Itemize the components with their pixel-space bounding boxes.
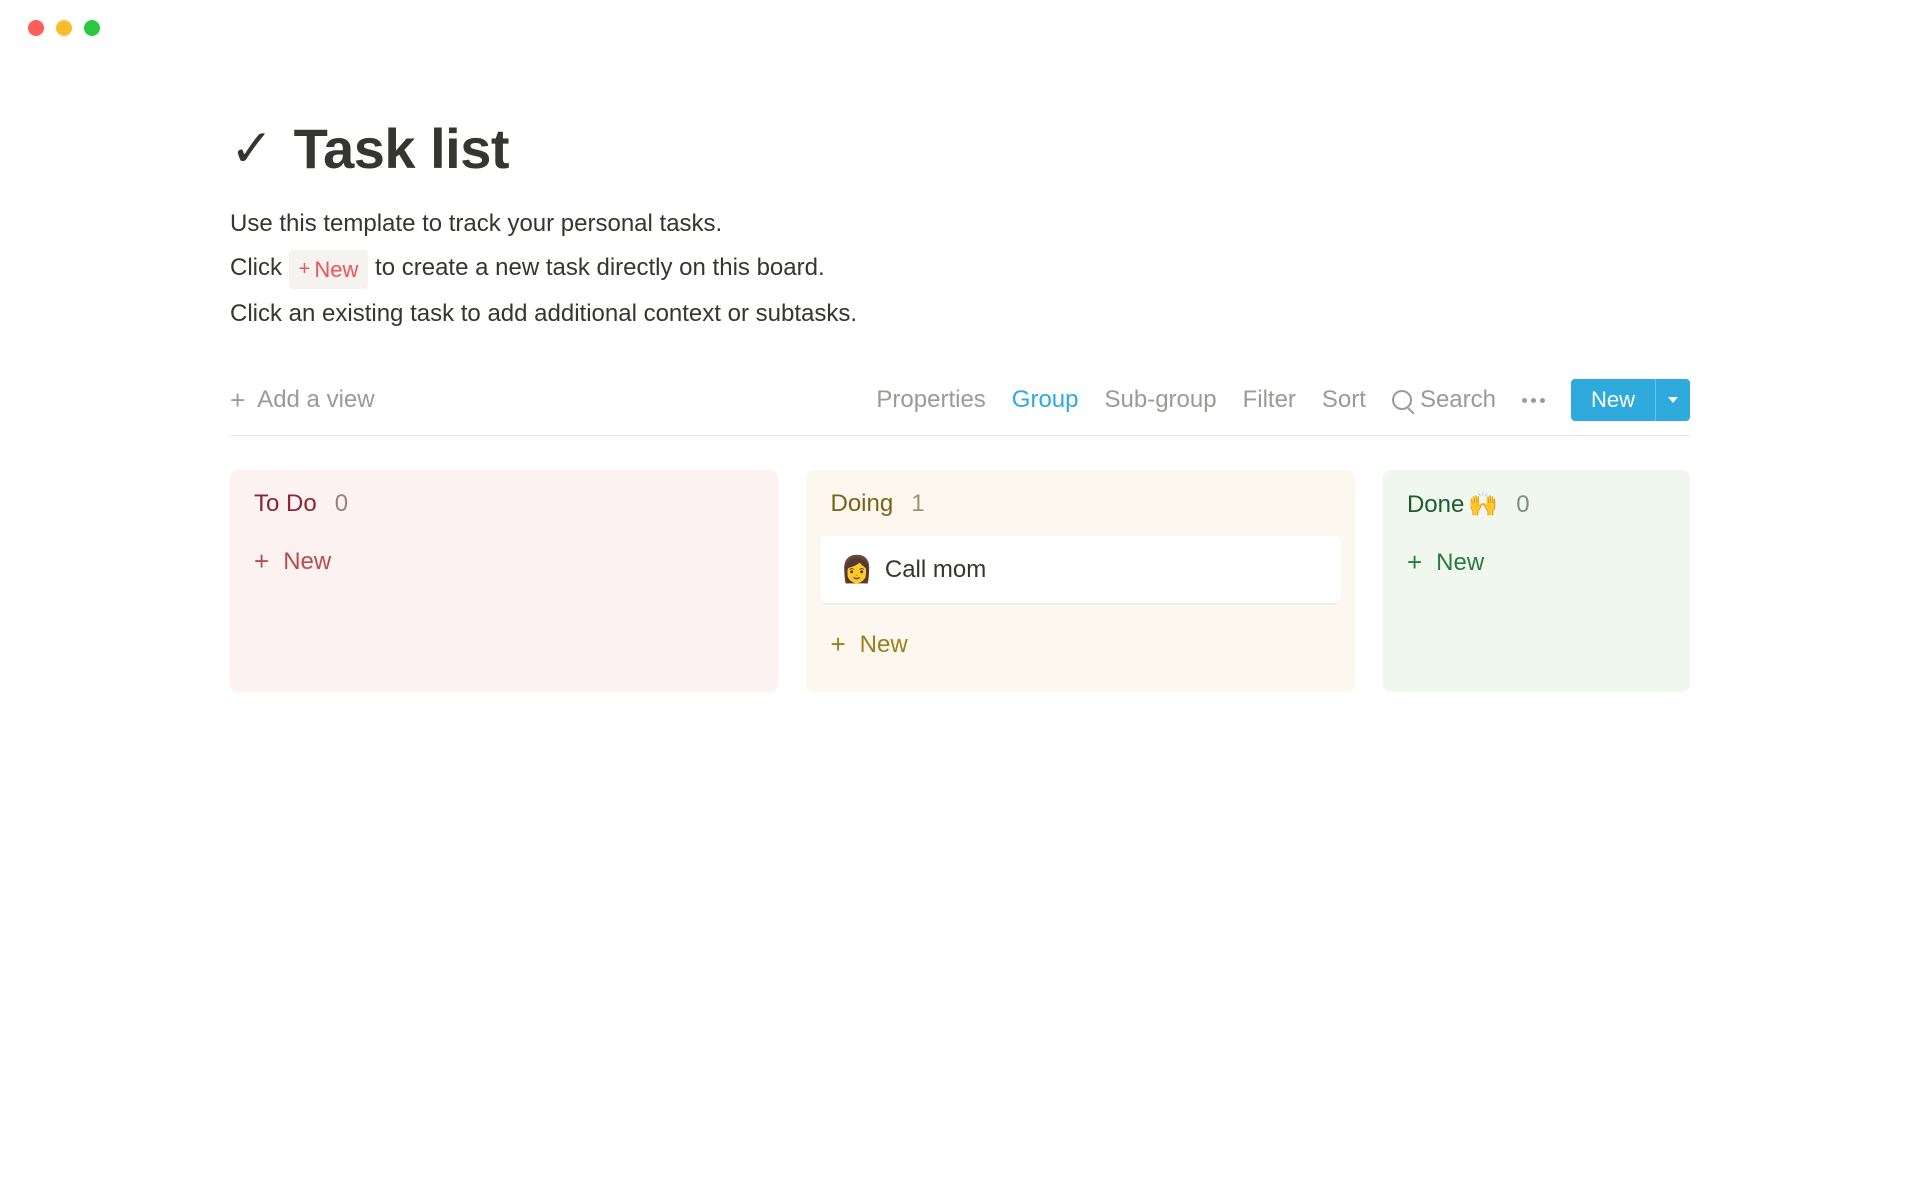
inline-new-badge: + New	[289, 250, 369, 289]
page-icon[interactable]: ✓	[230, 119, 274, 179]
page-description: Use this template to track your personal…	[230, 205, 1690, 333]
plus-icon: +	[254, 546, 269, 577]
description-line-2: Click + New to create a new task directl…	[230, 249, 1690, 289]
column-doing: Doing 1 👩 Call mom + New	[806, 470, 1354, 692]
card-call-mom[interactable]: 👩 Call mom	[820, 536, 1340, 603]
search-icon	[1392, 390, 1412, 410]
plus-icon: +	[830, 629, 845, 660]
kanban-board: To Do 0 + New Doing 1 👩 Call mom + New	[230, 470, 1690, 692]
view-toolbar: + Add a view Properties Group Sub-group …	[230, 379, 1690, 436]
column-done: Done 🙌 0 + New	[1383, 470, 1690, 692]
add-card-button-doing[interactable]: + New	[820, 619, 1340, 670]
new-dropdown-button[interactable]	[1656, 379, 1690, 421]
description-line-1: Use this template to track your personal…	[230, 205, 1690, 243]
raised-hands-icon: 🙌	[1468, 490, 1498, 519]
close-window-button[interactable]	[28, 20, 44, 36]
more-options-button[interactable]	[1522, 398, 1545, 403]
page-header: ✓ Task list	[230, 116, 1690, 181]
column-header-todo[interactable]: To Do 0	[244, 490, 764, 536]
search-button[interactable]: Search	[1392, 386, 1496, 414]
column-header-done[interactable]: Done 🙌 0	[1397, 490, 1676, 537]
group-button[interactable]: Group	[1012, 386, 1079, 414]
plus-icon: +	[1407, 547, 1422, 578]
chevron-down-icon	[1668, 397, 1678, 403]
sort-button[interactable]: Sort	[1322, 386, 1366, 414]
column-todo: To Do 0 + New	[230, 470, 778, 692]
properties-button[interactable]: Properties	[876, 386, 985, 414]
column-title: To Do	[254, 490, 317, 518]
window-controls	[0, 0, 1920, 36]
add-card-button-done[interactable]: + New	[1397, 537, 1676, 588]
card-emoji-icon: 👩	[840, 554, 872, 585]
add-view-button[interactable]: + Add a view	[230, 385, 375, 416]
filter-button[interactable]: Filter	[1243, 386, 1296, 414]
page-title[interactable]: Task list	[294, 116, 509, 181]
column-count: 0	[335, 490, 348, 518]
column-count: 1	[911, 490, 924, 518]
add-card-button-todo[interactable]: + New	[244, 536, 764, 587]
column-title: Doing	[830, 490, 893, 518]
plus-icon: +	[230, 385, 245, 416]
maximize-window-button[interactable]	[84, 20, 100, 36]
column-header-doing[interactable]: Doing 1	[820, 490, 1340, 536]
description-line-3: Click an existing task to add additional…	[230, 295, 1690, 333]
new-button[interactable]: New	[1571, 379, 1656, 421]
plus-icon: +	[299, 253, 311, 285]
minimize-window-button[interactable]	[56, 20, 72, 36]
column-count: 0	[1516, 491, 1529, 519]
column-title: Done 🙌	[1407, 490, 1498, 519]
new-button-group: New	[1571, 379, 1690, 421]
card-title: Call mom	[885, 556, 986, 584]
subgroup-button[interactable]: Sub-group	[1105, 386, 1217, 414]
